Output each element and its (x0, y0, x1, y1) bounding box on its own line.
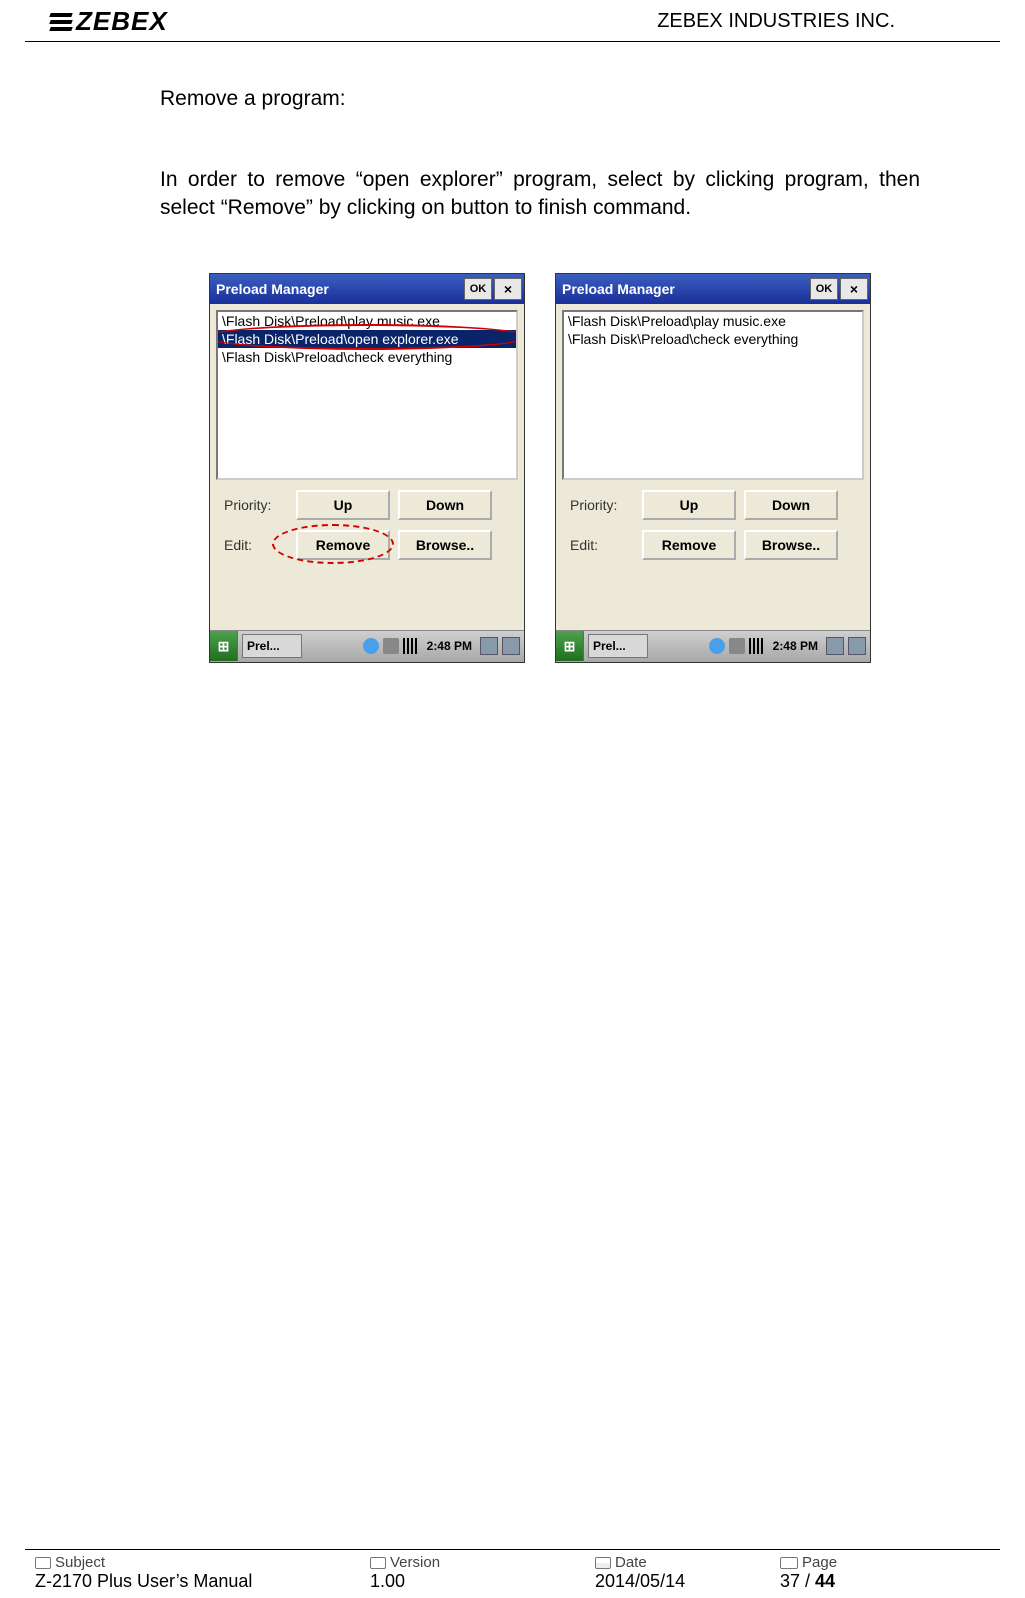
tray-desktop-icon[interactable] (826, 637, 844, 655)
list-item[interactable]: \Flash Disk\Preload\open explorer.exe (218, 330, 516, 348)
edit-label: Edit: (570, 537, 634, 553)
remove-button[interactable]: Remove (642, 530, 736, 560)
company-name: ZEBEX INDUSTRIES INC. (657, 10, 895, 33)
priority-row: Priority: Up Down (210, 480, 524, 520)
taskbar-app-button[interactable]: Prel... (242, 634, 302, 658)
page-content: Remove a program: In order to remove “op… (0, 42, 1025, 663)
footer-date: Date 2014/05/14 (595, 1554, 780, 1592)
close-button[interactable]: × (494, 278, 522, 300)
device-screen-after: Preload Manager OK × \Flash Disk\Preload… (555, 273, 871, 663)
calendar-icon (595, 1557, 611, 1569)
start-button[interactable]: ⊞ (210, 631, 238, 661)
page-footer: Subject Z-2170 Plus User’s Manual Versio… (25, 1549, 1000, 1598)
tray-network-icon[interactable] (709, 638, 725, 654)
taskbar-clock[interactable]: 2:48 PM (769, 639, 822, 653)
tray-windows-icon[interactable] (848, 637, 866, 655)
book-icon (780, 1557, 798, 1569)
edit-row: Edit: Remove Browse.. (556, 520, 870, 560)
section-title: Remove a program: (160, 87, 920, 111)
titlebar: Preload Manager OK × (556, 274, 870, 304)
document-icon (370, 1557, 386, 1569)
program-listbox[interactable]: \Flash Disk\Preload\play music.exe \Flas… (216, 310, 518, 480)
tray-signal-icon[interactable] (403, 638, 419, 654)
list-item[interactable]: \Flash Disk\Preload\check everything (564, 330, 862, 348)
device-screen-before: Preload Manager OK × \Flash Disk\Preload… (209, 273, 525, 663)
list-item[interactable]: \Flash Disk\Preload\play music.exe (564, 312, 862, 330)
up-button[interactable]: Up (642, 490, 736, 520)
close-button[interactable]: × (840, 278, 868, 300)
taskbar-app-button[interactable]: Prel... (588, 634, 648, 658)
priority-label: Priority: (570, 497, 634, 513)
tray-windows-icon[interactable] (502, 637, 520, 655)
down-button[interactable]: Down (744, 490, 838, 520)
list-item[interactable]: \Flash Disk\Preload\play music.exe (218, 312, 516, 330)
ok-button[interactable]: OK (464, 278, 492, 300)
ok-button[interactable]: OK (810, 278, 838, 300)
system-tray: 2:48 PM (363, 637, 524, 655)
remove-button[interactable]: Remove (296, 530, 390, 560)
priority-row: Priority: Up Down (556, 480, 870, 520)
edit-label: Edit: (224, 537, 288, 553)
folder-icon (35, 1557, 51, 1569)
priority-label: Priority: (224, 497, 288, 513)
taskbar-clock[interactable]: 2:48 PM (423, 639, 476, 653)
logo-text: ZEBEX (76, 6, 168, 37)
tray-status-icon[interactable] (729, 638, 745, 654)
taskbar: ⊞ Prel... 2:48 PM (210, 630, 524, 662)
taskbar: ⊞ Prel... 2:48 PM (556, 630, 870, 662)
up-button[interactable]: Up (296, 490, 390, 520)
tray-desktop-icon[interactable] (480, 637, 498, 655)
titlebar: Preload Manager OK × (210, 274, 524, 304)
system-tray: 2:48 PM (709, 637, 870, 655)
page-header: ZEBEX ZEBEX INDUSTRIES INC. (25, 0, 1000, 42)
body-text: In order to remove “open explorer” progr… (160, 166, 920, 223)
logo-stripes-icon (50, 13, 72, 31)
browse-button[interactable]: Browse.. (398, 530, 492, 560)
footer-subject: Subject Z-2170 Plus User’s Manual (35, 1554, 370, 1592)
browse-button[interactable]: Browse.. (744, 530, 838, 560)
down-button[interactable]: Down (398, 490, 492, 520)
list-item[interactable]: \Flash Disk\Preload\check everything (218, 348, 516, 366)
tray-status-icon[interactable] (383, 638, 399, 654)
program-listbox[interactable]: \Flash Disk\Preload\play music.exe \Flas… (562, 310, 864, 480)
window-title: Preload Manager (562, 281, 808, 297)
screenshots-row: Preload Manager OK × \Flash Disk\Preload… (160, 273, 920, 663)
window-title: Preload Manager (216, 281, 462, 297)
edit-row: Edit: Remove Browse.. (210, 520, 524, 560)
logo: ZEBEX (50, 6, 168, 37)
start-button[interactable]: ⊞ (556, 631, 584, 661)
tray-network-icon[interactable] (363, 638, 379, 654)
footer-page: Page 37 / 44 (780, 1554, 837, 1592)
footer-version: Version 1.00 (370, 1554, 595, 1592)
tray-signal-icon[interactable] (749, 638, 765, 654)
